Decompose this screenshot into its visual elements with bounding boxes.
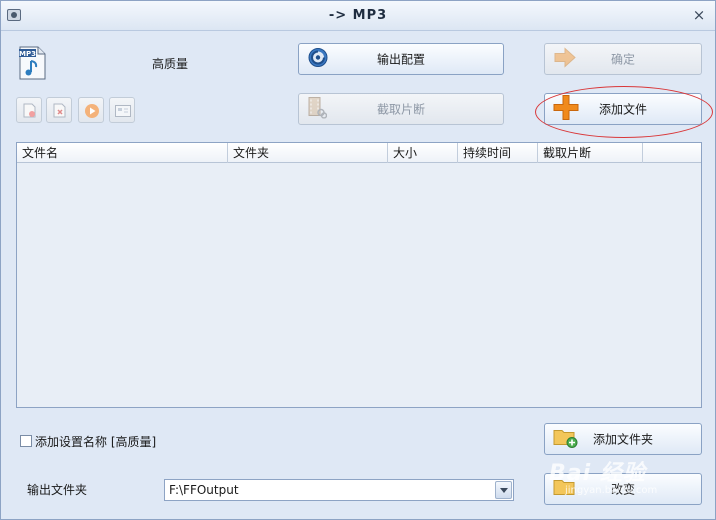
mp3-badge-text: MP3 [19, 50, 36, 58]
remove-icon [23, 103, 37, 121]
cut-clip-label: 截取片断 [376, 102, 425, 117]
append-setting-label: 添加设置名称 [高质量] [35, 435, 157, 449]
play-button[interactable] [78, 97, 104, 123]
file-list[interactable]: 文件名 文件夹 大小 持续时间 截取片断 [16, 142, 702, 408]
delete-icon [53, 103, 67, 121]
mp3-format-icon: MP3 [17, 46, 47, 80]
output-config-button[interactable]: 输出配置 [298, 43, 504, 75]
play-icon [84, 103, 100, 122]
append-setting-checkbox[interactable] [20, 435, 32, 447]
remove-file-button[interactable] [16, 97, 42, 123]
column-header-filename[interactable]: 文件名 [17, 143, 228, 163]
cut-clip-button[interactable]: 截取片断 [298, 93, 504, 125]
close-icon: × [692, 6, 706, 24]
preset-label: 高质量 [152, 57, 189, 71]
column-header-size[interactable]: 大小 [388, 143, 458, 163]
file-list-header: 文件名 文件夹 大小 持续时间 截取片断 [17, 143, 701, 163]
column-header-folder[interactable]: 文件夹 [228, 143, 388, 163]
window-title: -> MP3 [328, 8, 388, 23]
highlight-annotation [535, 86, 713, 138]
add-folder-label: 添加文件夹 [592, 432, 653, 447]
change-label: 改变 [610, 482, 635, 497]
output-folder-label: 输出文件夹 [27, 483, 88, 497]
converter-window: -> MP3 × MP3 高质量 输出配置 确定 截取片断 添加文件 文件名 文… [0, 0, 716, 520]
chevron-down-icon[interactable] [495, 481, 512, 499]
ok-button[interactable]: 确定 [544, 43, 702, 75]
media-info-button[interactable] [109, 97, 135, 123]
column-header-clip[interactable]: 截取片断 [538, 143, 643, 163]
clear-list-button[interactable] [46, 97, 72, 123]
add-folder-button[interactable]: 添加文件夹 [544, 423, 702, 455]
close-button[interactable]: × [691, 7, 707, 23]
output-folder-select[interactable]: F:\FFOutput [164, 479, 514, 501]
output-config-label: 输出配置 [376, 52, 425, 67]
info-icon [115, 105, 131, 120]
column-header-duration[interactable]: 持续时间 [458, 143, 538, 163]
title-bar: -> MP3 × [1, 1, 715, 31]
change-button[interactable]: 改变 [544, 473, 702, 505]
output-folder-value: F:\FFOutput [169, 483, 239, 497]
ok-label: 确定 [610, 52, 635, 67]
